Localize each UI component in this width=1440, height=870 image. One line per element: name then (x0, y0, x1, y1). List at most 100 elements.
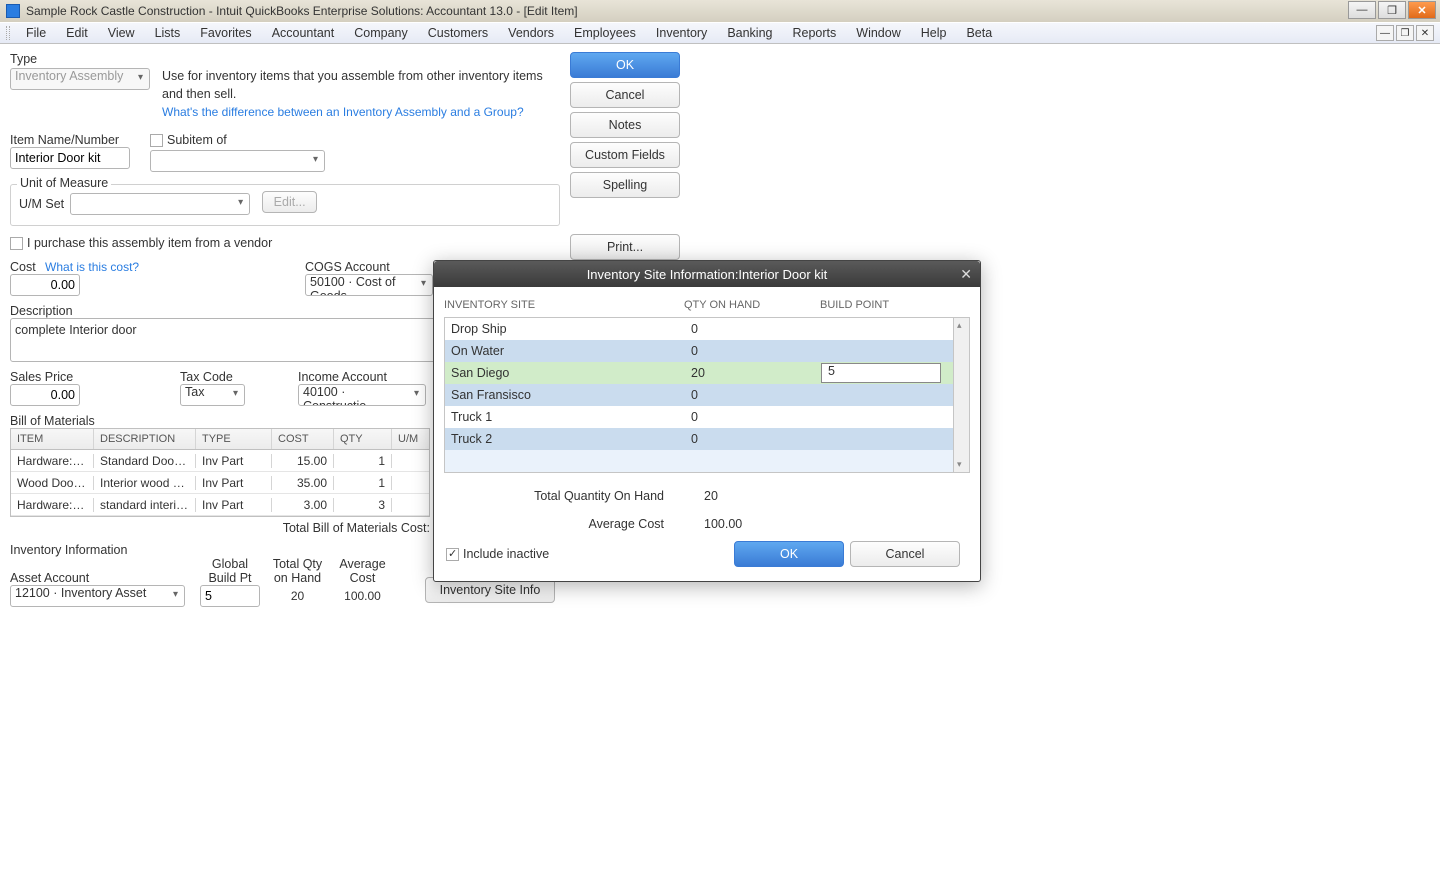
site-table: Drop Ship 0 On Water 0 San Diego 20 5 Sa… (444, 317, 970, 473)
cost-link[interactable]: What is this cost? (45, 260, 139, 274)
menu-favorites[interactable]: Favorites (190, 26, 261, 40)
subitem-checkbox[interactable] (150, 134, 163, 147)
modal-close-icon[interactable]: ✕ (960, 266, 972, 283)
build-point-input[interactable]: 5 (821, 363, 941, 383)
bom-col-qty[interactable]: QTY (334, 429, 392, 449)
site-row[interactable]: San Fransisco 0 (445, 384, 969, 406)
tax-code-label: Tax Code (180, 370, 298, 384)
menu-company[interactable]: Company (344, 26, 418, 40)
menu-reports[interactable]: Reports (783, 26, 847, 40)
cogs-dropdown[interactable]: 50100 · Cost of Goods (305, 274, 433, 296)
bom-col-um[interactable]: U/M (392, 429, 422, 449)
menu-lists[interactable]: Lists (145, 26, 191, 40)
modal-title: Inventory Site Information:Interior Door… (587, 267, 828, 282)
site-row-empty (445, 450, 969, 472)
bom-row[interactable]: Hardware:D... Standard Doork... Inv Part… (11, 450, 429, 472)
maximize-button[interactable]: ❐ (1378, 1, 1406, 19)
site-col-header-bp: BUILD POINT (820, 299, 940, 311)
side-buttons: OK Cancel Notes Custom Fields Spelling P… (570, 52, 682, 264)
modal-ok-button[interactable]: OK (734, 541, 844, 567)
type-label: Type (10, 52, 565, 66)
site-row[interactable]: Drop Ship 0 (445, 318, 969, 340)
print-button[interactable]: Print... (570, 234, 680, 260)
bom-row[interactable]: Wood Door:I... Interior wood door Inv Pa… (11, 472, 429, 494)
bom-col-item[interactable]: ITEM (11, 429, 94, 449)
purchase-label: I purchase this assembly item from a ven… (27, 236, 272, 250)
site-row[interactable]: On Water 0 (445, 340, 969, 362)
window-controls: — ❐ ✕ (1346, 1, 1436, 19)
menu-view[interactable]: View (98, 26, 145, 40)
site-row[interactable]: Truck 2 0 (445, 428, 969, 450)
mdi-minimize[interactable]: — (1376, 25, 1394, 41)
total-qty-label1: Total Qty (265, 557, 330, 571)
site-col-header-qty: QTY ON HAND (684, 299, 820, 311)
cost-label: Cost (10, 260, 36, 274)
cogs-label: COGS Account (305, 260, 433, 274)
close-button[interactable]: ✕ (1408, 1, 1436, 19)
menu-help[interactable]: Help (911, 26, 957, 40)
type-dropdown[interactable]: Inventory Assembly (10, 68, 150, 90)
menubar-handle (6, 26, 10, 40)
bom-table: ITEM DESCRIPTION TYPE COST QTY U/M Hardw… (10, 428, 430, 517)
avg-cost-label1: Average (330, 557, 395, 571)
bom-col-cost[interactable]: COST (272, 429, 334, 449)
menu-vendors[interactable]: Vendors (498, 26, 564, 40)
modal-titlebar: Inventory Site Information:Interior Door… (434, 261, 980, 287)
menu-beta[interactable]: Beta (956, 26, 1002, 40)
mdi-restore[interactable]: ❐ (1396, 25, 1414, 41)
spelling-button[interactable]: Spelling (570, 172, 680, 198)
menu-window[interactable]: Window (846, 26, 910, 40)
modal-cancel-button[interactable]: Cancel (850, 541, 960, 567)
inventory-site-modal: Inventory Site Information:Interior Door… (433, 260, 981, 582)
minimize-button[interactable]: — (1348, 1, 1376, 19)
avg-cost-value: 100.00 (704, 517, 804, 531)
menu-inventory[interactable]: Inventory (646, 26, 717, 40)
item-name-input[interactable] (10, 147, 130, 169)
sales-price-label: Sales Price (10, 370, 180, 384)
mdi-close[interactable]: ✕ (1416, 25, 1434, 41)
menu-employees[interactable]: Employees (564, 26, 646, 40)
type-description: Use for inventory items that you assembl… (162, 68, 547, 103)
window-titlebar: Sample Rock Castle Construction - Intuit… (0, 0, 1440, 22)
bom-col-desc[interactable]: DESCRIPTION (94, 429, 196, 449)
purchase-checkbox[interactable] (10, 237, 23, 250)
subitem-dropdown[interactable] (150, 150, 325, 172)
global-build-input[interactable] (200, 585, 260, 607)
avg-cost-label2: Cost (330, 571, 395, 585)
um-dropdown[interactable] (70, 193, 250, 215)
bom-col-type[interactable]: TYPE (196, 429, 272, 449)
total-qty-label: Total Quantity On Hand (444, 489, 704, 503)
site-row[interactable]: Truck 1 0 (445, 406, 969, 428)
menu-customers[interactable]: Customers (418, 26, 498, 40)
menu-edit[interactable]: Edit (56, 26, 98, 40)
menu-banking[interactable]: Banking (717, 26, 782, 40)
menu-file[interactable]: File (16, 26, 56, 40)
subitem-label: Subitem of (167, 133, 227, 147)
window-title: Sample Rock Castle Construction - Intuit… (26, 4, 578, 18)
app-icon (6, 4, 20, 18)
bom-row[interactable]: Hardware:Br... standard interior... Inv … (11, 494, 429, 516)
avg-cost-label: Average Cost (444, 517, 704, 531)
content-area: OK Cancel Notes Custom Fields Spelling P… (0, 44, 1440, 60)
income-dropdown[interactable]: 40100 · Constructio... (298, 384, 426, 406)
notes-button[interactable]: Notes (570, 112, 680, 138)
ok-button[interactable]: OK (570, 52, 680, 78)
cost-input[interactable] (10, 274, 80, 296)
include-inactive-checkbox[interactable] (446, 548, 459, 561)
um-edit-button[interactable]: Edit... (262, 191, 317, 213)
menubar: File Edit View Lists Favorites Accountan… (0, 22, 1440, 44)
tax-code-dropdown[interactable]: Tax (180, 384, 245, 406)
asset-dropdown[interactable]: 12100 · Inventory Asset (10, 585, 185, 607)
type-help-link[interactable]: What's the difference between an Invento… (162, 105, 547, 119)
cancel-button[interactable]: Cancel (570, 82, 680, 108)
site-row-selected[interactable]: San Diego 20 5 (445, 362, 969, 384)
menu-accountant[interactable]: Accountant (262, 26, 345, 40)
include-inactive-label: Include inactive (463, 547, 549, 561)
avg-cost-value: 100.00 (330, 585, 395, 607)
mdi-controls: — ❐ ✕ (1374, 25, 1434, 41)
sales-price-input[interactable] (10, 384, 80, 406)
site-scrollbar[interactable] (953, 318, 969, 472)
um-label: U/M Set (19, 197, 64, 211)
bom-total-label: Total Bill of Materials Cost: (10, 521, 430, 535)
custom-fields-button[interactable]: Custom Fields (570, 142, 680, 168)
